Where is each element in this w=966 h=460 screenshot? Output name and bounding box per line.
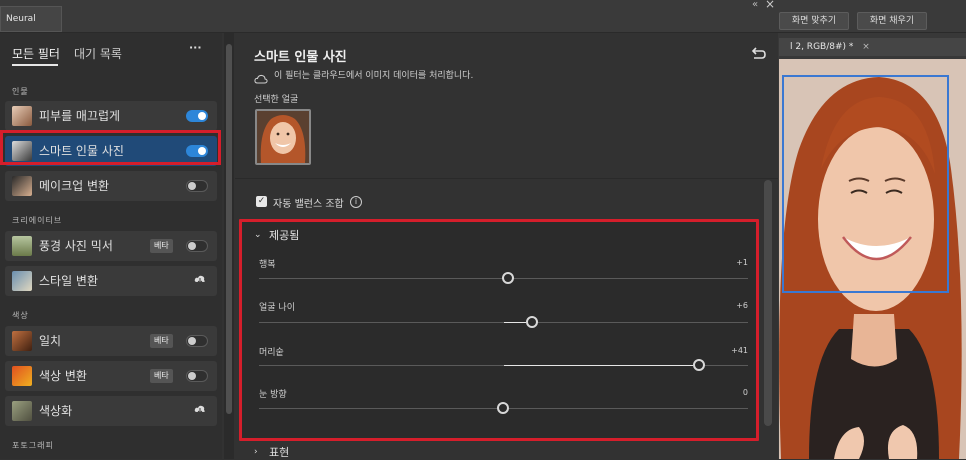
- collapse-panel-icon[interactable]: «: [752, 0, 758, 10]
- filter-item-color-transfer[interactable]: 색상 변환 베타: [5, 361, 217, 391]
- close-icon[interactable]: ×: [765, 0, 775, 11]
- filter-toggle[interactable]: [186, 180, 208, 192]
- panel-title: 스마트 인물 사진: [254, 50, 347, 65]
- filter-thumbnail: [12, 176, 32, 196]
- filter-toggle[interactable]: [186, 370, 208, 382]
- cloud-icon: [254, 69, 268, 84]
- filter-label: 메이크업 변환: [39, 179, 110, 193]
- filter-label: 색상 변환: [39, 369, 87, 383]
- chevron-down-icon[interactable]: ⌄: [254, 230, 262, 240]
- tab-all-filters[interactable]: 모든 필터: [12, 45, 60, 62]
- cloud-download-icon[interactable]: [194, 274, 206, 287]
- slider-thumb-happiness[interactable]: [502, 272, 514, 284]
- filter-toggle[interactable]: [186, 110, 208, 122]
- cloud-download-icon[interactable]: [194, 404, 206, 417]
- filter-thumbnail: [12, 106, 32, 126]
- document-tab[interactable]: l 2, RGB/8#) * ×: [779, 38, 966, 56]
- slider-thumb-hair-thickness[interactable]: [693, 359, 705, 371]
- reset-icon[interactable]: [751, 46, 767, 60]
- document-tab-title: l 2, RGB/8#) *: [790, 42, 854, 52]
- section-title-creative: 크리에이티브: [12, 216, 63, 225]
- beta-badge: 베타: [150, 369, 173, 383]
- filter-thumbnail: [12, 236, 32, 256]
- slider-label-happiness: 행복: [259, 260, 276, 270]
- section-title-portrait: 인물: [12, 87, 29, 96]
- slider-value-happiness: +1: [736, 258, 748, 267]
- filter-toggle[interactable]: [186, 240, 208, 252]
- slider-thumb-facial-age[interactable]: [526, 316, 538, 328]
- beta-badge: 베타: [150, 239, 173, 253]
- slider-value-hair-thickness: +41: [731, 346, 748, 355]
- slider-label-hair-thickness: 머리숱: [259, 348, 284, 358]
- filter-label: 스타일 변환: [39, 274, 99, 288]
- section-divider: [235, 178, 778, 179]
- section-title-photography: 포토그래피: [12, 441, 54, 450]
- active-tab-underline: [12, 64, 58, 66]
- auto-balance-checkbox[interactable]: ✓: [256, 196, 267, 207]
- filter-label: 피부를 매끄럽게: [39, 109, 121, 123]
- more-menu-icon[interactable]: ···: [189, 41, 202, 54]
- filter-toggle[interactable]: [186, 335, 208, 347]
- selected-face-label: 선택한 얼굴: [254, 95, 299, 105]
- slider-value-eye-direction: 0: [742, 388, 748, 397]
- slider-fill-facial-age: [504, 322, 526, 323]
- beta-badge: 베타: [150, 334, 173, 348]
- slider-label-facial-age: 얼굴 나이: [259, 303, 295, 313]
- tab-neural-filters[interactable]: Neural Filters: [0, 6, 62, 48]
- selection-highlight-box: [0, 130, 221, 165]
- fill-screen-button[interactable]: 화면 채우기: [857, 12, 927, 30]
- face-detection-box: [782, 75, 949, 293]
- auto-balance-label: 자동 밸런스 조합: [273, 199, 344, 210]
- slider-label-eye-direction: 눈 방향: [259, 390, 287, 400]
- filter-thumbnail: [12, 331, 32, 351]
- chevron-right-icon[interactable]: ›: [254, 447, 258, 457]
- slider-value-facial-age: +6: [736, 301, 748, 310]
- filter-item-match[interactable]: 일치 베타: [5, 326, 217, 356]
- settings-scrollbar[interactable]: [764, 180, 772, 426]
- expression-section-label[interactable]: 표현: [269, 444, 289, 460]
- filter-label: 색상화: [39, 404, 73, 418]
- filter-item-landscape-mixer[interactable]: 풍경 사진 믹서 베타: [5, 231, 217, 261]
- filter-label: 풍경 사진 믹서: [39, 239, 113, 253]
- fit-screen-button[interactable]: 화면 맞추기: [779, 12, 849, 30]
- cloud-processing-note: 이 필터는 클라우드에서 이미지 데이터를 처리합니다.: [274, 71, 474, 81]
- filter-thumbnail: [12, 271, 32, 291]
- scrollbar-thumb[interactable]: [226, 44, 232, 414]
- filter-thumbnail: [12, 401, 32, 421]
- tab-waitlist[interactable]: 대기 목록: [74, 45, 122, 62]
- filter-label: 일치: [39, 334, 62, 348]
- close-document-icon[interactable]: ×: [862, 42, 870, 52]
- filter-item-skin-smoothing[interactable]: 피부를 매끄럽게: [5, 101, 217, 131]
- slider-thumb-eye-direction[interactable]: [497, 402, 509, 414]
- featured-section-label[interactable]: 제공됨: [269, 227, 299, 243]
- filter-item-style-transfer[interactable]: 스타일 변환: [5, 266, 217, 296]
- filter-item-makeup-transfer[interactable]: 메이크업 변환: [5, 171, 217, 201]
- info-icon[interactable]: i: [350, 196, 362, 208]
- section-title-color: 색상: [12, 311, 29, 320]
- slider-fill-hair-thickness: [504, 365, 693, 366]
- selected-face-thumbnail[interactable]: [255, 109, 311, 165]
- filter-thumbnail: [12, 366, 32, 386]
- filter-item-colorize[interactable]: 색상화: [5, 396, 217, 426]
